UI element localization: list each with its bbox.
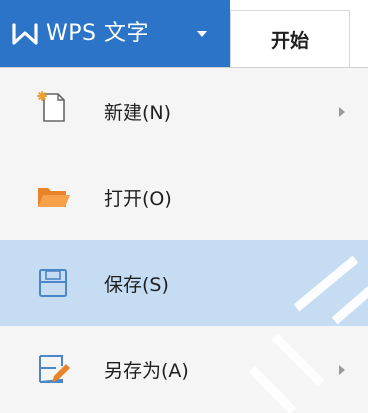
- menu-item-label: 新建(N): [104, 101, 172, 124]
- save-as-icon: [39, 355, 70, 383]
- save-icon: [39, 269, 67, 297]
- caret-down-icon: [197, 31, 207, 37]
- chevron-right-icon: [339, 107, 345, 117]
- tab-start-label: 开始: [270, 30, 309, 52]
- app-name: WPS 文字: [46, 21, 149, 46]
- wps-window: WPS 文字 开始 新建(N) 打开(O) 保存(S) 另存为(A): [0, 0, 368, 413]
- menu-item-new[interactable]: 新建(N): [0, 68, 368, 154]
- menu-item-label: 打开(O): [104, 187, 172, 210]
- menu-item-open[interactable]: 打开(O): [0, 154, 368, 240]
- menu-item-label: 保存(S): [104, 273, 169, 296]
- new-document-icon: [37, 91, 65, 122]
- title-bar: WPS 文字 开始: [0, 0, 368, 68]
- wps-writer-logo-icon: [12, 23, 38, 45]
- menu-item-save[interactable]: 保存(S): [0, 240, 368, 326]
- menu-item-save-as[interactable]: 另存为(A): [0, 326, 368, 412]
- tab-start[interactable]: 开始: [230, 10, 350, 68]
- menu-item-label: 另存为(A): [104, 359, 189, 382]
- open-folder-icon: [38, 188, 70, 207]
- file-menu: 新建(N) 打开(O) 保存(S) 另存为(A): [0, 68, 368, 413]
- chevron-right-icon: [339, 365, 345, 375]
- app-menu-button[interactable]: WPS 文字: [0, 0, 230, 68]
